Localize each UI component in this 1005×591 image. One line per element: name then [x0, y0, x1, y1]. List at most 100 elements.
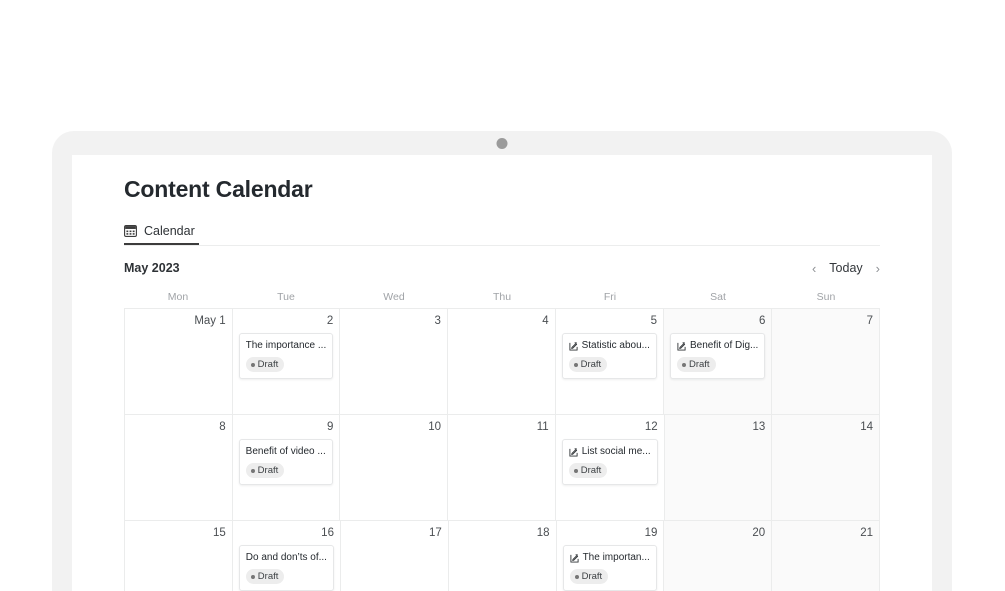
- edit-square-icon: [570, 554, 579, 563]
- event-title-text: Benefit of Dig...: [689, 340, 759, 352]
- day-cell[interactable]: 20: [664, 521, 773, 591]
- day-cell[interactable]: May 1: [125, 309, 233, 416]
- status-label: Draft: [581, 571, 603, 583]
- day-number: 6: [758, 315, 766, 328]
- calendar-toolbar: May 2023 ‹ Today ›: [124, 246, 880, 286]
- event-title-row: Benefit of Dig...: [677, 340, 758, 352]
- status-badge: Draft: [245, 357, 285, 373]
- status-badge: Draft: [245, 463, 285, 479]
- status-label: Draft: [688, 359, 710, 371]
- day-number: 12: [644, 421, 658, 434]
- day-number: 15: [213, 527, 226, 540]
- day-number: 5: [650, 315, 657, 328]
- day-cell[interactable]: 19 The importan... Draft: [556, 521, 665, 591]
- week-row: May 1 2 The importance ... Draft 3 4 5 Statisti…: [125, 309, 880, 416]
- chevron-right-icon[interactable]: ›: [876, 262, 880, 275]
- calendar-grid: May 1 2 The importance ... Draft 3 4 5 Statisti…: [124, 308, 880, 591]
- status-badge: Draft: [245, 569, 285, 585]
- event-card[interactable]: Do and don’ts of... Draft: [238, 545, 334, 591]
- camera-dot: [496, 138, 508, 149]
- day-cell[interactable]: 15: [125, 521, 233, 591]
- day-cell[interactable]: 18: [448, 521, 557, 591]
- status-label: Draft: [257, 571, 279, 583]
- edit-square-icon: [569, 342, 578, 351]
- event-title-text: The importance ...: [245, 340, 327, 352]
- day-cell[interactable]: 12 List social me... Draft: [555, 415, 665, 522]
- day-cell[interactable]: 7: [772, 309, 880, 416]
- day-cell[interactable]: 11: [448, 415, 556, 522]
- day-number: 10: [428, 421, 442, 434]
- day-number: 17: [428, 527, 442, 540]
- day-cell[interactable]: 14: [772, 415, 880, 522]
- month-label: May 2023: [124, 261, 180, 276]
- day-number: 18: [536, 527, 550, 540]
- status-dot-icon: [574, 574, 579, 579]
- event-card[interactable]: Benefit of video ... Draft: [238, 439, 334, 486]
- day-number: 20: [752, 527, 766, 540]
- chevron-left-icon[interactable]: ‹: [812, 262, 816, 275]
- calendar-icon: [124, 225, 137, 238]
- day-number: May 1: [194, 315, 226, 328]
- day-cell[interactable]: 3: [340, 309, 448, 416]
- weekday-label-wed: Wed: [383, 291, 405, 304]
- day-cell[interactable]: 17: [340, 521, 449, 591]
- day-cell[interactable]: 5 Statistic abou... Draft: [555, 309, 664, 416]
- status-dot-icon: [681, 362, 686, 367]
- tab-calendar-label: Calendar: [144, 224, 195, 239]
- event-card[interactable]: The importance ... Draft: [238, 333, 334, 380]
- status-dot-icon: [573, 362, 578, 367]
- week-row: 8 9 Benefit of video ... Draft 10 11 12 List so…: [125, 415, 880, 522]
- weekday-label-sun: Sun: [816, 291, 836, 304]
- status-dot-icon: [573, 468, 578, 473]
- event-title-row: The importan...: [570, 552, 651, 564]
- event-title-text: Benefit of video ...: [245, 446, 326, 458]
- device-screen: Content Calendar Calendar May 2023 ‹ Tod…: [72, 155, 932, 591]
- day-number: 19: [644, 527, 658, 540]
- weekday-header-row: Mon Tue Wed Thu Fri Sat Sun: [124, 286, 880, 308]
- event-card[interactable]: Statistic abou... Draft: [561, 333, 657, 380]
- status-label: Draft: [580, 359, 602, 371]
- day-cell[interactable]: 10: [340, 415, 449, 522]
- status-dot-icon: [250, 362, 255, 367]
- day-number: 4: [542, 315, 549, 328]
- day-cell[interactable]: 6 Benefit of Dig... Draft: [663, 309, 773, 416]
- day-cell[interactable]: 2 The importance ... Draft: [232, 309, 341, 416]
- tab-calendar[interactable]: Calendar: [124, 218, 199, 246]
- status-badge: Draft: [676, 357, 716, 373]
- event-title-text: Statistic abou...: [581, 340, 650, 352]
- day-number: 21: [860, 527, 873, 540]
- event-title-row: Benefit of video ...: [246, 446, 327, 458]
- page-title: Content Calendar: [124, 176, 313, 202]
- weekday-label-mon: Mon: [167, 291, 189, 304]
- edit-square-icon: [569, 448, 578, 457]
- event-title-row: Do and don’ts of...: [246, 552, 327, 564]
- tablet-device-frame: Content Calendar Calendar May 2023 ‹ Tod…: [52, 131, 952, 591]
- day-number: 7: [866, 315, 873, 328]
- day-cell[interactable]: 9 Benefit of video ... Draft: [232, 415, 341, 522]
- weekday-label-thu: Thu: [492, 291, 512, 304]
- status-dot-icon: [250, 468, 255, 473]
- day-number: 8: [219, 421, 226, 434]
- status-badge: Draft: [568, 463, 608, 479]
- event-card[interactable]: List social me... Draft: [561, 439, 658, 486]
- day-cell[interactable]: 16 Do and don’ts of... Draft: [232, 521, 341, 591]
- day-number: 14: [860, 421, 873, 434]
- day-number: 13: [752, 421, 766, 434]
- status-badge: Draft: [568, 357, 608, 373]
- day-number: 2: [326, 315, 334, 328]
- day-cell[interactable]: 13: [664, 415, 773, 522]
- event-card[interactable]: The importan... Draft: [562, 545, 658, 591]
- event-title-text: List social me...: [581, 446, 651, 458]
- weekday-label-tue: Tue: [277, 291, 295, 304]
- day-cell[interactable]: 4: [447, 309, 556, 416]
- today-button[interactable]: Today: [829, 261, 862, 275]
- day-number: 16: [321, 527, 334, 540]
- event-title-row: List social me...: [569, 446, 651, 458]
- day-cell[interactable]: 21: [772, 521, 880, 591]
- day-number: 9: [326, 421, 334, 434]
- day-number: 3: [434, 315, 441, 328]
- event-card[interactable]: Benefit of Dig... Draft: [669, 333, 766, 380]
- week-row: 15 16 Do and don’ts of... Draft 17 18 19 The im…: [125, 521, 880, 591]
- day-cell[interactable]: 8: [125, 415, 233, 522]
- status-label: Draft: [580, 465, 602, 477]
